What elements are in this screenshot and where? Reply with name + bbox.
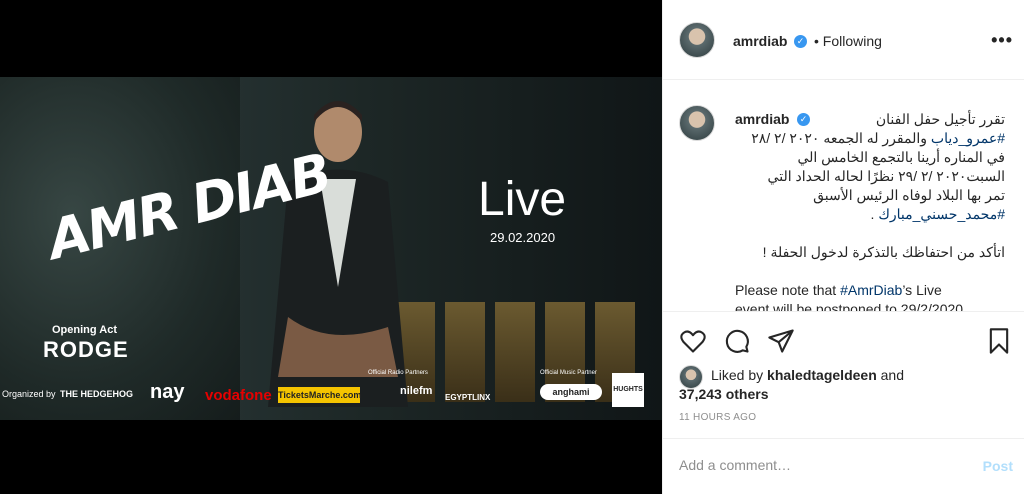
caption-ticket-note: اتأكد من احتفاظك بالتذكرة لدخول الحفلة ! [762, 244, 1005, 260]
post-media[interactable]: AMR DIAB Opening Act RODGE Live 29.02.20… [0, 0, 662, 494]
verified-badge-icon: ✓ [794, 35, 807, 48]
sponsor-hughts: HUGHTS [612, 373, 644, 407]
caption-verified-icon: ✓ [797, 113, 810, 126]
hashtag-mubarak[interactable]: #محمد_حسني_مبارك [878, 206, 1005, 222]
post-button[interactable]: Post [983, 458, 1013, 474]
caption-ar-line2: والمقرر له الجمعه ٢٠٢٠ /٢ /٢٨ [751, 130, 928, 146]
bookmark-icon[interactable] [985, 327, 1013, 355]
share-icon[interactable] [767, 327, 795, 355]
caption-avatar[interactable] [679, 105, 715, 141]
comment-input[interactable] [679, 457, 959, 473]
follow-status[interactable]: • Following [814, 33, 882, 49]
sponsor-ticketsmarche: TicketsMarche.com [278, 387, 361, 403]
caption-ar-line6-row: #محمد_حسني_مبارك . [735, 205, 1005, 224]
caption-area: amrdiab ✓ تقرر تأجيل حفل الفنان #عمرو_دي… [663, 81, 1024, 311]
post-timestamp[interactable]: 11 HOURS AGO [679, 412, 756, 423]
caption-en-line2: event will be postponed to 29/2/2020 [735, 301, 964, 311]
caption-text: amrdiab ✓ تقرر تأجيل حفل الفنان #عمرو_دي… [735, 110, 1005, 311]
opening-act-label: Opening Act [52, 324, 117, 336]
separator: • [814, 33, 819, 49]
hashtag-amr-diab-ar[interactable]: #عمرو_دياب [931, 130, 1005, 146]
sponsor-hedgehog: THE HEDGEHOG [60, 389, 134, 399]
radio-partners-label: Official Radio Partners [368, 370, 428, 376]
sponsor-nilefm: nilefm [400, 385, 433, 397]
sponsor-strip: Organized by THE HEDGEHOG nay vodafone T… [0, 367, 662, 420]
comment-bar: Post [663, 438, 1024, 494]
more-horizontal-icon[interactable]: ••• [991, 30, 1013, 51]
organized-by-label: Organized by [2, 389, 56, 399]
caption-ar-line4: السبت٢٠٢٠ /٢ /٢٩ نظرًا لحاله الحداد التي [767, 168, 1005, 184]
caption-en-line1: Please note that #AmrDiab’s Live [735, 281, 1005, 300]
live-date: 29.02.2020 [490, 230, 556, 245]
header-username[interactable]: amrdiab [733, 33, 787, 49]
post-header: amrdiab ✓ • Following ••• [663, 0, 1024, 80]
opening-act-name: RODGE [43, 337, 129, 362]
action-bar [663, 311, 1024, 371]
caption-en-suffix: ’s Live [902, 282, 942, 298]
liked-by-label: Liked by [711, 367, 764, 383]
caption-en-prefix: Please note that [735, 282, 837, 298]
post-sidebar: amrdiab ✓ • Following ••• amrdiab ✓ تقرر… [662, 0, 1024, 494]
caption-ar-line3: في المناره أرينا بالتجمع الخامس الي [797, 149, 1005, 165]
concert-poster: AMR DIAB Opening Act RODGE Live 29.02.20… [0, 77, 662, 420]
live-title: Live [478, 173, 567, 226]
sponsor-nay: nay [150, 381, 185, 403]
likes-count[interactable]: 37,243 others [679, 386, 769, 402]
caption-username[interactable]: amrdiab [735, 110, 789, 129]
hashtag-amrdiab[interactable]: #AmrDiab [840, 282, 902, 298]
caption-ar-line6: . [870, 206, 875, 222]
caption-ar-line1: تقرر تأجيل حفل الفنان [875, 111, 1005, 127]
sponsor-vodafone: vodafone [205, 387, 272, 404]
likes-line: Liked by khaledtageldeen and [711, 367, 904, 383]
caption-ar-line5: تمر بها البلاد لوفاه الرئيس الأسبق [813, 187, 1005, 203]
heart-icon[interactable] [679, 327, 707, 355]
liker-username[interactable]: khaledtageldeen [767, 367, 877, 383]
likes-and: and [880, 367, 904, 383]
comment-icon[interactable] [723, 327, 751, 355]
sponsor-anghami: anghami [540, 384, 602, 400]
music-partner-label: Official Music Partner [540, 370, 597, 376]
following-label[interactable]: Following [823, 33, 882, 49]
caption-ar-line2-row: #عمرو_دياب والمقرر له الجمعه ٢٠٢٠ /٢ /٢٨ [735, 129, 1005, 148]
header-avatar[interactable] [679, 22, 715, 58]
sponsor-egyptlinx: EGYPTLINX [445, 393, 491, 402]
artist-photo [268, 101, 408, 407]
